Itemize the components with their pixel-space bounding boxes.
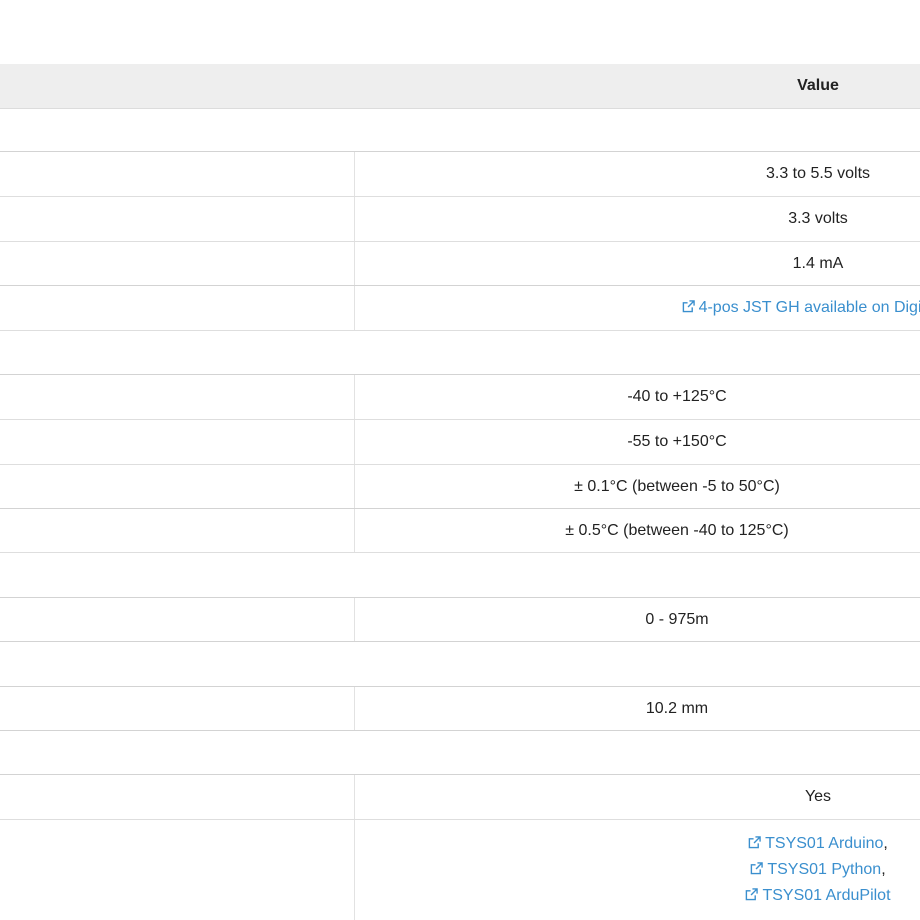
- accuracy-wide-value: ± 0.5°C (between -40 to 125°C): [565, 521, 789, 539]
- table-row: ± 0.5°C (between -40 to 125°C): [0, 509, 920, 553]
- separator: ,: [883, 835, 888, 852]
- table-row: 1.4 mA: [0, 242, 920, 286]
- current-draw-value: 1.4 mA: [792, 254, 844, 272]
- external-link-icon: [748, 836, 761, 849]
- table-row: TSYS01 Arduino, TSYS01 Python, TSYS01 Ar…: [0, 820, 920, 920]
- section-row-power: [0, 108, 920, 152]
- software-available-value: Yes: [804, 788, 832, 805]
- logic-voltage-value: 3.3 volts: [788, 210, 848, 227]
- connector-link[interactable]: 4-pos JST GH available on Digi-Key: [682, 299, 920, 317]
- section-row-depth: [0, 553, 920, 598]
- section-row-software: [0, 731, 920, 775]
- arduino-link-text: TSYS01 Arduino: [765, 835, 884, 852]
- ardupilot-link-text: TSYS01 ArduPilot: [762, 887, 891, 904]
- external-link-icon: [751, 862, 764, 875]
- ardupilot-library-link[interactable]: TSYS01 ArduPilot: [745, 887, 891, 904]
- python-link-text: TSYS01 Python: [767, 861, 882, 878]
- external-link-icon: [682, 300, 695, 313]
- arduino-library-link[interactable]: TSYS01 Arduino: [748, 835, 883, 852]
- accuracy-narrow-value: ± 0.1°C (between -5 to 50°C): [574, 477, 780, 495]
- table-row: 4-pos JST GH available on Digi-Key: [0, 286, 920, 331]
- table-row: ± 0.1°C (between -5 to 50°C): [0, 465, 920, 509]
- table-row: 0 - 975m: [0, 598, 920, 642]
- depth-rating-value: 0 - 975m: [645, 610, 709, 628]
- operating-temp-value: -40 to +125°C: [627, 388, 727, 405]
- section-row-temperature: [0, 331, 920, 375]
- section-row-dimensions: [0, 642, 920, 687]
- table-row: -40 to +125°C: [0, 375, 920, 420]
- supply-voltage-value: 3.3 to 5.5 volts: [765, 165, 871, 182]
- external-link-icon: [746, 888, 759, 901]
- table-row: 3.3 volts: [0, 197, 920, 242]
- connector-value: 4-pos JST GH available on Digi-Key: [355, 286, 920, 330]
- table-row: 10.2 mm: [0, 687, 920, 731]
- table-row: 3.3 to 5.5 volts: [0, 152, 920, 197]
- connector-link-text: 4-pos JST GH available on Digi-Key: [698, 299, 920, 316]
- software-links: TSYS01 Arduino, TSYS01 Python, TSYS01 Ar…: [355, 820, 920, 920]
- table-header-row: Value: [0, 64, 920, 109]
- dimension-value: 10.2 mm: [645, 699, 709, 717]
- storage-temp-value: -55 to +150°C: [627, 433, 727, 450]
- python-library-link[interactable]: TSYS01 Python: [750, 861, 881, 878]
- table-row: -55 to +150°C: [0, 420, 920, 465]
- separator: ,: [881, 861, 886, 878]
- column-header-value: Value: [797, 77, 839, 94]
- table-row: Yes: [0, 775, 920, 820]
